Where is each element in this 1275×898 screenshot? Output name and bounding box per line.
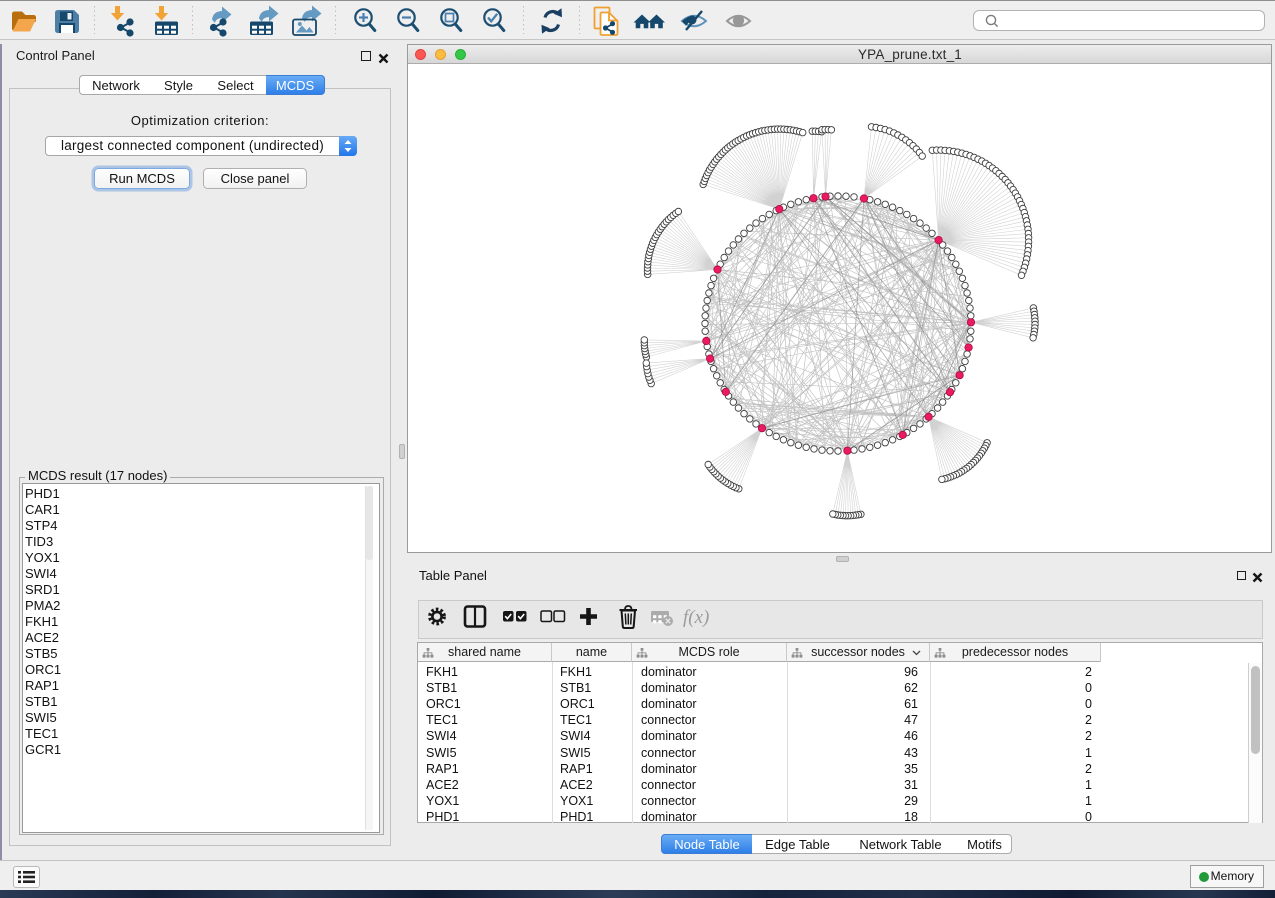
svg-text:f(x): f(x) xyxy=(683,607,709,628)
